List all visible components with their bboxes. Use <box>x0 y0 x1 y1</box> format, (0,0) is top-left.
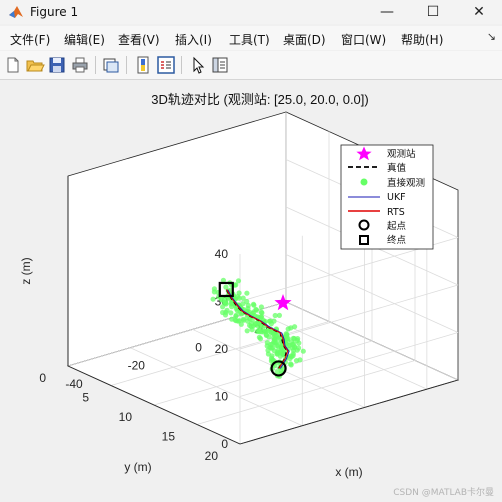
legend-label-truth: 真值 <box>387 162 407 174</box>
menu-file[interactable]: 文件(F) <box>10 31 50 48</box>
figure-title: 3D轨迹对比 (观测站: [25.0, 20.0, 0.0]) <box>151 92 368 107</box>
menu-window[interactable]: 窗口(W) <box>341 31 386 48</box>
menu-help[interactable]: 帮助(H) <box>401 31 443 48</box>
toolbar-separator <box>181 56 182 74</box>
insert-colorbar-icon[interactable] <box>133 55 153 75</box>
observation-point <box>288 361 294 367</box>
z-tick-label: 0 <box>221 437 228 451</box>
observation-point <box>256 334 262 340</box>
observation-point <box>278 344 284 350</box>
observation-point <box>228 310 234 316</box>
edit-plot-pointer-icon[interactable] <box>188 55 208 75</box>
y-tick-label: 10 <box>119 410 133 424</box>
insert-legend-icon[interactable] <box>156 55 176 75</box>
observation-point <box>210 296 216 302</box>
y-tick-label: 0 <box>39 371 46 385</box>
window-title: Figure 1 <box>30 5 79 19</box>
observation-point <box>259 314 265 320</box>
x-tick-label: -20 <box>128 359 146 373</box>
legend-label-ukf: UKF <box>387 192 406 203</box>
y-tick-label: 20 <box>205 449 219 463</box>
new-figure-icon[interactable] <box>3 55 23 75</box>
minimize-button[interactable]: — <box>364 0 410 24</box>
close-button[interactable]: ✕ <box>456 0 502 24</box>
observation-point <box>223 299 229 305</box>
property-inspector-icon[interactable] <box>210 55 230 75</box>
save-icon[interactable] <box>47 55 67 75</box>
y-tick-label: 5 <box>82 391 89 405</box>
observation-point <box>284 332 290 338</box>
legend-observation-dot-icon <box>360 178 368 186</box>
maximize-button[interactable]: ☐ <box>410 0 456 24</box>
menu-insert[interactable]: 插入(I) <box>175 31 212 48</box>
menu-desktop[interactable]: 桌面(D) <box>283 31 326 48</box>
z-tick-label: 40 <box>215 247 229 261</box>
menu-edit[interactable]: 编辑(E) <box>64 31 105 48</box>
observation-point <box>253 306 259 313</box>
observation-point <box>271 335 277 341</box>
z-tick-label: 20 <box>215 342 229 356</box>
menu-bar: 文件(F) 编辑(E) 查看(V) 插入(I) 工具(T) 桌面(D) 窗口(W… <box>0 26 502 50</box>
y-tick-label: 15 <box>162 430 176 444</box>
observation-point <box>290 347 297 354</box>
menu-tools[interactable]: 工具(T) <box>229 31 270 48</box>
legend-label-station: 观测站 <box>387 148 416 160</box>
toolbar <box>0 51 502 80</box>
observation-point <box>292 324 298 330</box>
x-tick-label: -40 <box>65 377 83 391</box>
legend[interactable]: 观测站 真值 直接观测 UKF RTS 起点 终点 <box>340 144 434 250</box>
legend-label-rts: RTS <box>387 207 405 218</box>
observation-point <box>268 321 274 327</box>
observation-point <box>265 351 271 357</box>
observation-point <box>232 317 238 323</box>
y-axis-label: y (m) <box>124 460 151 474</box>
legend-label-end: 终点 <box>387 234 407 246</box>
observation-point <box>291 336 297 342</box>
x-tick-label: 0 <box>195 340 202 354</box>
dock-arrow-icon[interactable]: ↘ <box>487 30 496 43</box>
observation-point <box>279 348 285 354</box>
observation-point <box>250 301 257 307</box>
observation-point <box>300 348 306 354</box>
toolbar-separator <box>126 56 127 74</box>
observation-point <box>297 357 303 363</box>
observation-point <box>223 309 229 315</box>
x-axis-label: x (m) <box>335 465 362 479</box>
print-icon[interactable] <box>70 55 90 75</box>
observation-point <box>244 328 250 334</box>
observation-point <box>258 304 264 310</box>
link-plot-icon[interactable] <box>101 55 121 75</box>
open-file-icon[interactable] <box>25 55 45 75</box>
observation-point <box>223 284 229 290</box>
observation-point <box>272 312 278 319</box>
toolbar-separator <box>95 56 96 74</box>
axes-3d[interactable]: -40-2002005101520010203040 3D轨迹对比 (观测站: … <box>0 80 502 502</box>
figure-canvas: -40-2002005101520010203040 3D轨迹对比 (观测站: … <box>0 80 502 502</box>
legend-label-observation: 直接观测 <box>387 177 425 189</box>
observation-point <box>235 294 241 300</box>
z-tick-label: 10 <box>215 390 229 404</box>
observation-point <box>244 290 250 296</box>
title-bar: Figure 1 — ☐ ✕ <box>0 0 502 24</box>
matlab-logo-icon <box>9 6 23 18</box>
observation-point <box>252 320 259 327</box>
watermark: CSDN @MATLAB卡尔曼 <box>393 488 494 498</box>
z-axis-label: z (m) <box>19 257 33 284</box>
menu-view[interactable]: 查看(V) <box>118 31 160 48</box>
observation-point <box>269 357 275 363</box>
observation-point <box>211 286 217 292</box>
legend-label-start: 起点 <box>387 221 407 232</box>
